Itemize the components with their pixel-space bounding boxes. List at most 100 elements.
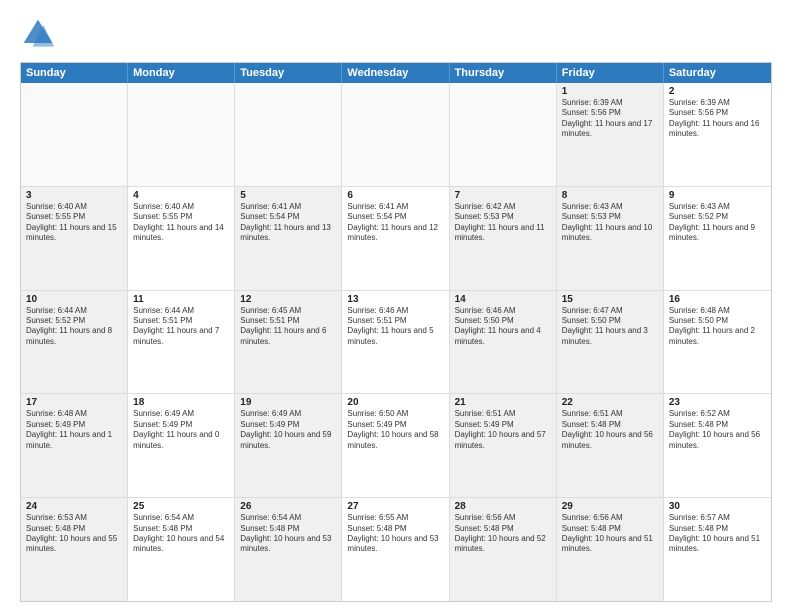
day-info: Sunrise: 6:40 AM Sunset: 5:55 PM Dayligh…	[26, 202, 122, 244]
day-number: 21	[455, 397, 551, 408]
cal-cell-20: 20Sunrise: 6:50 AM Sunset: 5:49 PM Dayli…	[342, 394, 449, 497]
day-number: 6	[347, 190, 443, 201]
cal-cell-22: 22Sunrise: 6:51 AM Sunset: 5:48 PM Dayli…	[557, 394, 664, 497]
cal-cell-27: 27Sunrise: 6:55 AM Sunset: 5:48 PM Dayli…	[342, 498, 449, 601]
calendar-body: 1Sunrise: 6:39 AM Sunset: 5:56 PM Daylig…	[21, 83, 771, 601]
day-number: 28	[455, 501, 551, 512]
cal-cell-9: 9Sunrise: 6:43 AM Sunset: 5:52 PM Daylig…	[664, 187, 771, 290]
cal-cell-empty-0-1	[128, 83, 235, 186]
day-number: 4	[133, 190, 229, 201]
day-number: 15	[562, 294, 658, 305]
day-number: 27	[347, 501, 443, 512]
cal-cell-4: 4Sunrise: 6:40 AM Sunset: 5:55 PM Daylig…	[128, 187, 235, 290]
day-info: Sunrise: 6:41 AM Sunset: 5:54 PM Dayligh…	[240, 202, 336, 244]
day-number: 9	[669, 190, 766, 201]
day-info: Sunrise: 6:39 AM Sunset: 5:56 PM Dayligh…	[562, 98, 658, 140]
cal-cell-empty-0-2	[235, 83, 342, 186]
day-info: Sunrise: 6:48 AM Sunset: 5:49 PM Dayligh…	[26, 409, 122, 451]
day-info: Sunrise: 6:39 AM Sunset: 5:56 PM Dayligh…	[669, 98, 766, 140]
day-info: Sunrise: 6:57 AM Sunset: 5:48 PM Dayligh…	[669, 513, 766, 555]
cal-cell-8: 8Sunrise: 6:43 AM Sunset: 5:53 PM Daylig…	[557, 187, 664, 290]
cal-cell-6: 6Sunrise: 6:41 AM Sunset: 5:54 PM Daylig…	[342, 187, 449, 290]
weekday-header-thursday: Thursday	[450, 63, 557, 83]
weekday-header-wednesday: Wednesday	[342, 63, 449, 83]
day-number: 10	[26, 294, 122, 305]
day-number: 16	[669, 294, 766, 305]
cal-cell-empty-0-0	[21, 83, 128, 186]
cal-cell-17: 17Sunrise: 6:48 AM Sunset: 5:49 PM Dayli…	[21, 394, 128, 497]
calendar-row-4: 17Sunrise: 6:48 AM Sunset: 5:49 PM Dayli…	[21, 393, 771, 497]
cal-cell-16: 16Sunrise: 6:48 AM Sunset: 5:50 PM Dayli…	[664, 291, 771, 394]
cal-cell-15: 15Sunrise: 6:47 AM Sunset: 5:50 PM Dayli…	[557, 291, 664, 394]
cal-cell-1: 1Sunrise: 6:39 AM Sunset: 5:56 PM Daylig…	[557, 83, 664, 186]
logo-icon	[20, 16, 56, 52]
day-info: Sunrise: 6:46 AM Sunset: 5:50 PM Dayligh…	[455, 306, 551, 348]
day-info: Sunrise: 6:56 AM Sunset: 5:48 PM Dayligh…	[562, 513, 658, 555]
day-info: Sunrise: 6:51 AM Sunset: 5:49 PM Dayligh…	[455, 409, 551, 451]
day-info: Sunrise: 6:49 AM Sunset: 5:49 PM Dayligh…	[133, 409, 229, 451]
calendar-row-5: 24Sunrise: 6:53 AM Sunset: 5:48 PM Dayli…	[21, 497, 771, 601]
day-info: Sunrise: 6:40 AM Sunset: 5:55 PM Dayligh…	[133, 202, 229, 244]
cal-cell-2: 2Sunrise: 6:39 AM Sunset: 5:56 PM Daylig…	[664, 83, 771, 186]
cal-cell-28: 28Sunrise: 6:56 AM Sunset: 5:48 PM Dayli…	[450, 498, 557, 601]
cal-cell-21: 21Sunrise: 6:51 AM Sunset: 5:49 PM Dayli…	[450, 394, 557, 497]
weekday-header-monday: Monday	[128, 63, 235, 83]
day-number: 22	[562, 397, 658, 408]
cal-cell-24: 24Sunrise: 6:53 AM Sunset: 5:48 PM Dayli…	[21, 498, 128, 601]
cal-cell-11: 11Sunrise: 6:44 AM Sunset: 5:51 PM Dayli…	[128, 291, 235, 394]
day-number: 3	[26, 190, 122, 201]
cal-cell-3: 3Sunrise: 6:40 AM Sunset: 5:55 PM Daylig…	[21, 187, 128, 290]
day-number: 1	[562, 86, 658, 97]
cal-cell-19: 19Sunrise: 6:49 AM Sunset: 5:49 PM Dayli…	[235, 394, 342, 497]
day-number: 2	[669, 86, 766, 97]
day-number: 14	[455, 294, 551, 305]
day-number: 19	[240, 397, 336, 408]
day-info: Sunrise: 6:42 AM Sunset: 5:53 PM Dayligh…	[455, 202, 551, 244]
cal-cell-18: 18Sunrise: 6:49 AM Sunset: 5:49 PM Dayli…	[128, 394, 235, 497]
day-info: Sunrise: 6:46 AM Sunset: 5:51 PM Dayligh…	[347, 306, 443, 348]
cal-cell-26: 26Sunrise: 6:54 AM Sunset: 5:48 PM Dayli…	[235, 498, 342, 601]
day-number: 23	[669, 397, 766, 408]
day-info: Sunrise: 6:53 AM Sunset: 5:48 PM Dayligh…	[26, 513, 122, 555]
day-info: Sunrise: 6:44 AM Sunset: 5:52 PM Dayligh…	[26, 306, 122, 348]
day-info: Sunrise: 6:41 AM Sunset: 5:54 PM Dayligh…	[347, 202, 443, 244]
page: SundayMondayTuesdayWednesdayThursdayFrid…	[0, 0, 792, 612]
cal-cell-10: 10Sunrise: 6:44 AM Sunset: 5:52 PM Dayli…	[21, 291, 128, 394]
day-number: 12	[240, 294, 336, 305]
day-info: Sunrise: 6:43 AM Sunset: 5:52 PM Dayligh…	[669, 202, 766, 244]
day-number: 17	[26, 397, 122, 408]
cal-cell-23: 23Sunrise: 6:52 AM Sunset: 5:48 PM Dayli…	[664, 394, 771, 497]
cal-cell-29: 29Sunrise: 6:56 AM Sunset: 5:48 PM Dayli…	[557, 498, 664, 601]
weekday-header-tuesday: Tuesday	[235, 63, 342, 83]
day-info: Sunrise: 6:47 AM Sunset: 5:50 PM Dayligh…	[562, 306, 658, 348]
day-number: 13	[347, 294, 443, 305]
day-info: Sunrise: 6:51 AM Sunset: 5:48 PM Dayligh…	[562, 409, 658, 451]
cal-cell-5: 5Sunrise: 6:41 AM Sunset: 5:54 PM Daylig…	[235, 187, 342, 290]
day-info: Sunrise: 6:48 AM Sunset: 5:50 PM Dayligh…	[669, 306, 766, 348]
logo	[20, 16, 60, 52]
header	[20, 16, 772, 52]
calendar-row-2: 3Sunrise: 6:40 AM Sunset: 5:55 PM Daylig…	[21, 186, 771, 290]
cal-cell-13: 13Sunrise: 6:46 AM Sunset: 5:51 PM Dayli…	[342, 291, 449, 394]
day-number: 25	[133, 501, 229, 512]
cal-cell-14: 14Sunrise: 6:46 AM Sunset: 5:50 PM Dayli…	[450, 291, 557, 394]
day-info: Sunrise: 6:55 AM Sunset: 5:48 PM Dayligh…	[347, 513, 443, 555]
calendar-row-1: 1Sunrise: 6:39 AM Sunset: 5:56 PM Daylig…	[21, 83, 771, 186]
cal-cell-12: 12Sunrise: 6:45 AM Sunset: 5:51 PM Dayli…	[235, 291, 342, 394]
day-info: Sunrise: 6:44 AM Sunset: 5:51 PM Dayligh…	[133, 306, 229, 348]
day-info: Sunrise: 6:56 AM Sunset: 5:48 PM Dayligh…	[455, 513, 551, 555]
weekday-header-sunday: Sunday	[21, 63, 128, 83]
day-info: Sunrise: 6:50 AM Sunset: 5:49 PM Dayligh…	[347, 409, 443, 451]
cal-cell-empty-0-4	[450, 83, 557, 186]
day-number: 20	[347, 397, 443, 408]
calendar-row-3: 10Sunrise: 6:44 AM Sunset: 5:52 PM Dayli…	[21, 290, 771, 394]
day-number: 7	[455, 190, 551, 201]
day-number: 11	[133, 294, 229, 305]
weekday-header-friday: Friday	[557, 63, 664, 83]
day-number: 24	[26, 501, 122, 512]
day-number: 30	[669, 501, 766, 512]
calendar: SundayMondayTuesdayWednesdayThursdayFrid…	[20, 62, 772, 602]
day-number: 18	[133, 397, 229, 408]
day-info: Sunrise: 6:45 AM Sunset: 5:51 PM Dayligh…	[240, 306, 336, 348]
day-info: Sunrise: 6:43 AM Sunset: 5:53 PM Dayligh…	[562, 202, 658, 244]
